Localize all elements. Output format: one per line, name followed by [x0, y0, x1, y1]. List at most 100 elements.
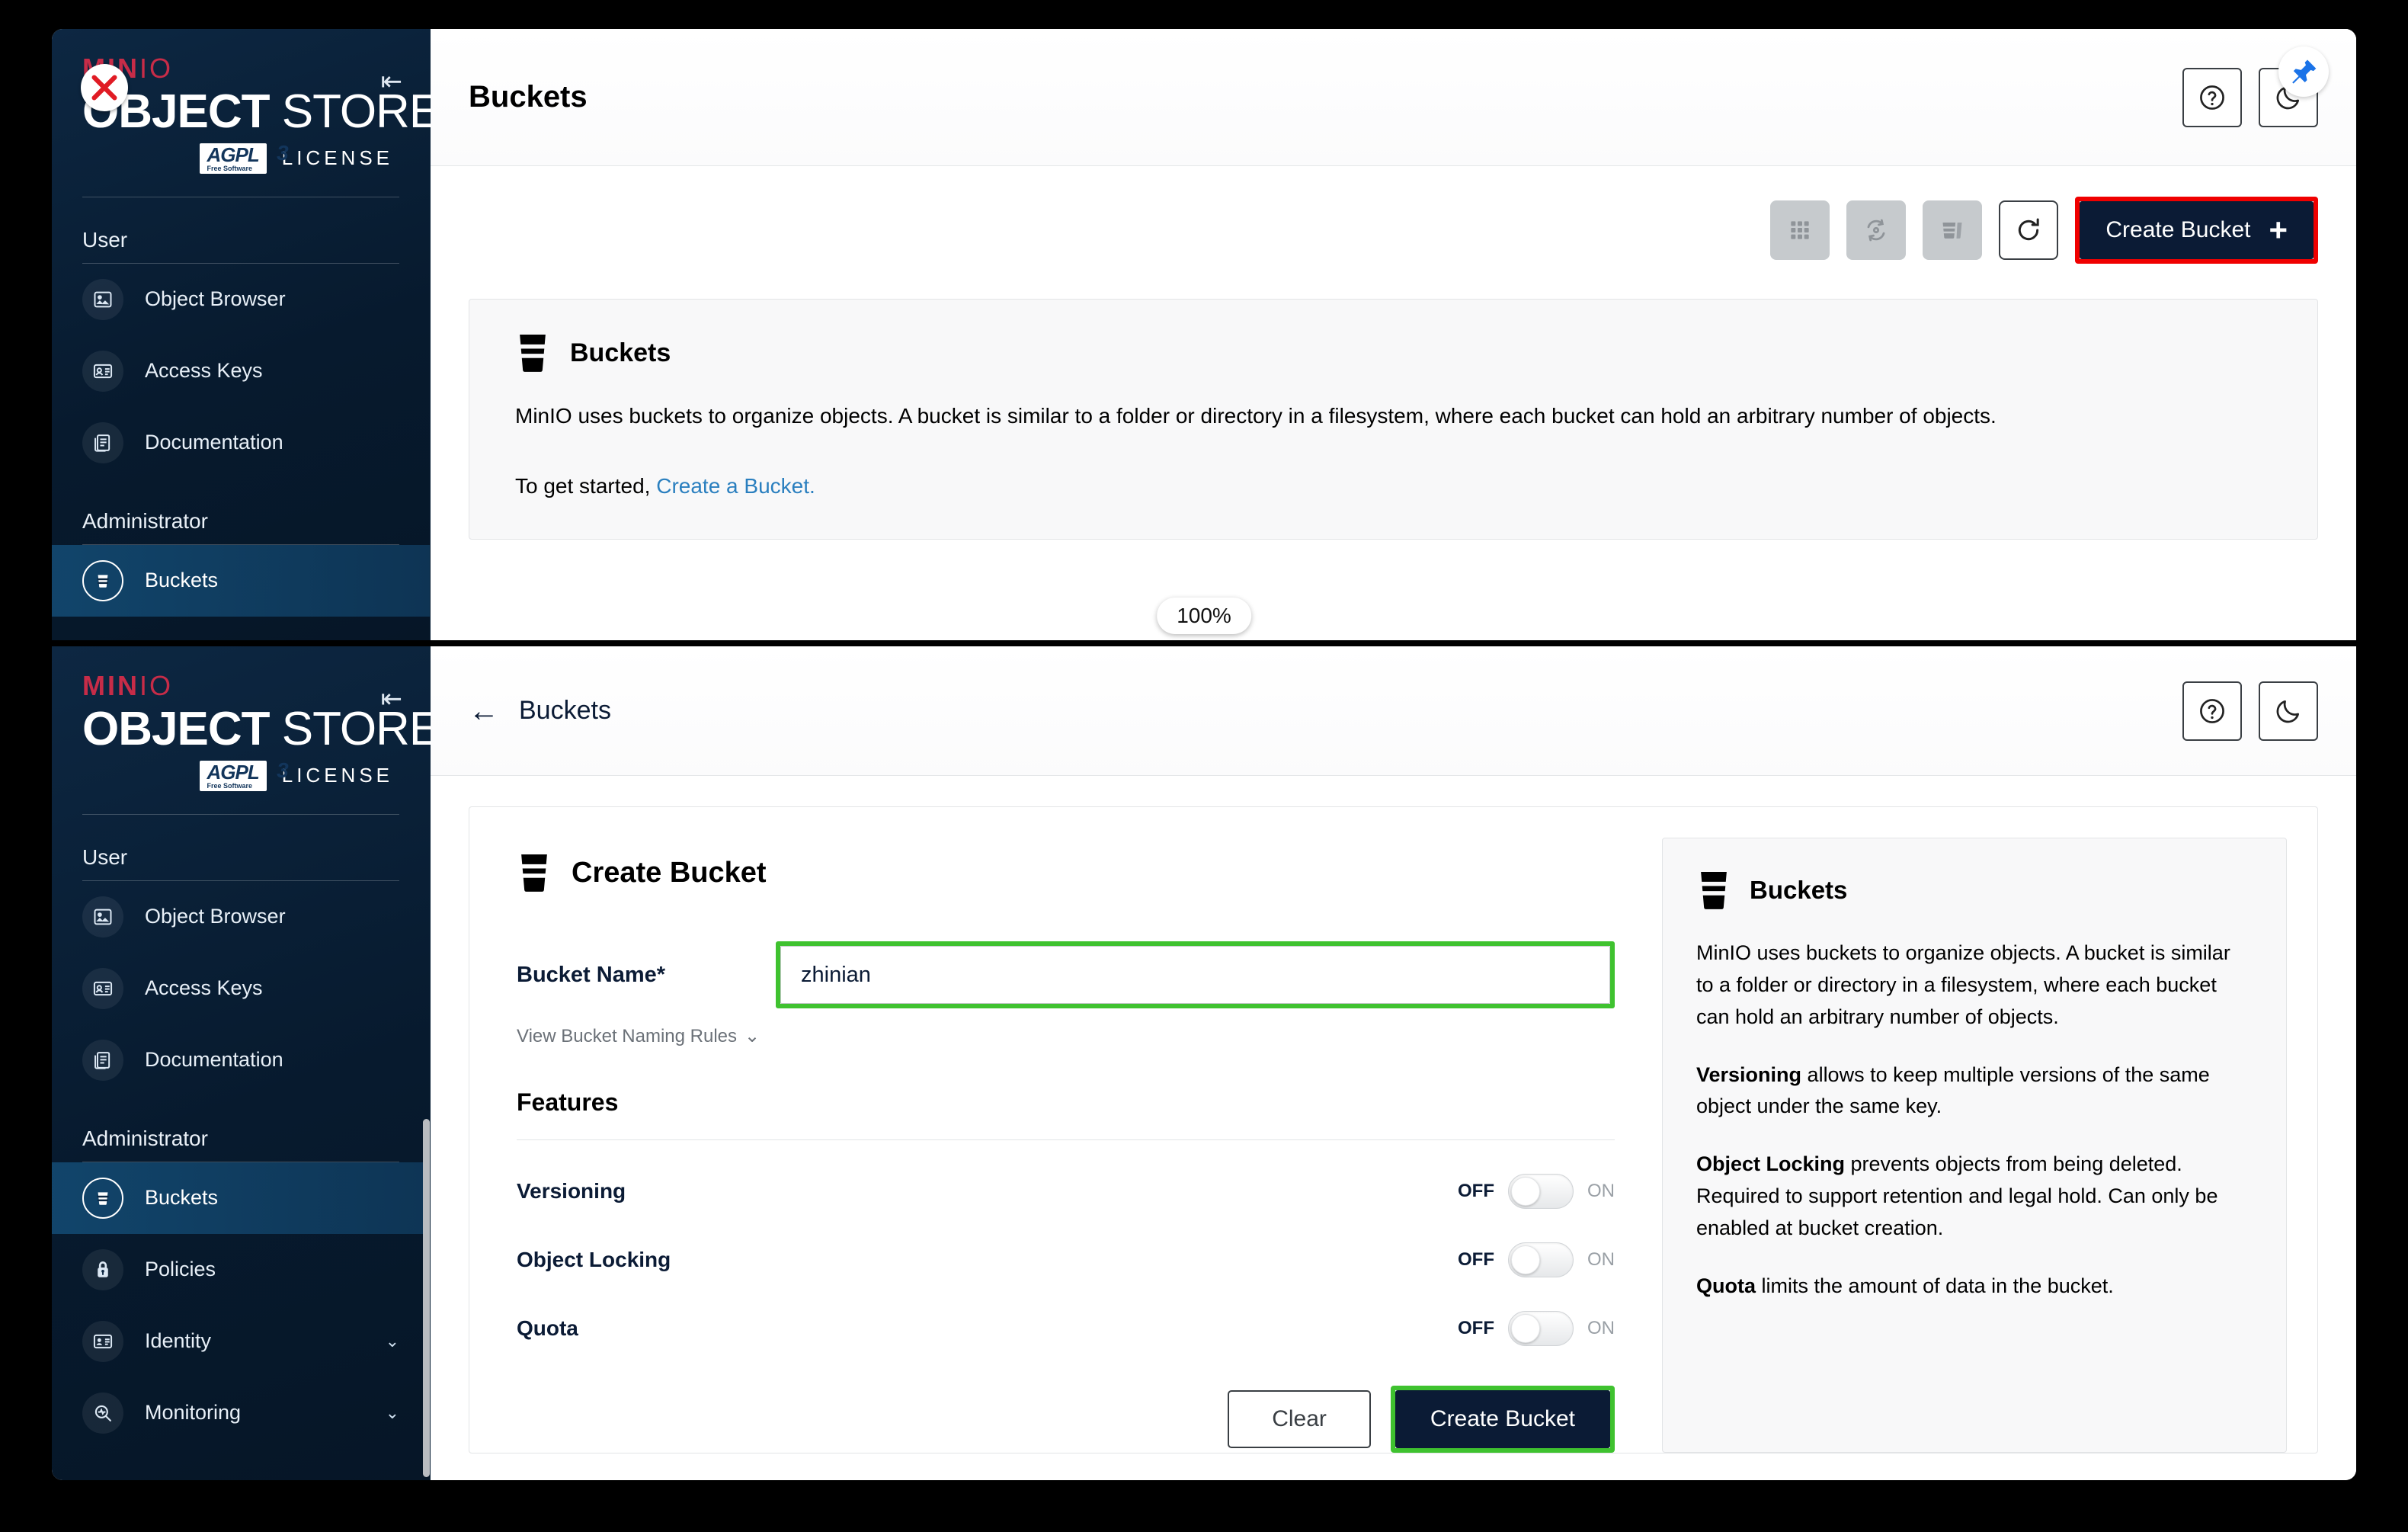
sidebar-item-policies[interactable]: Policies [52, 1234, 430, 1306]
pin-icon[interactable] [2278, 46, 2329, 97]
toggle-knob [1511, 1177, 1540, 1206]
features-heading: Features [517, 1088, 619, 1116]
sidebar-top: ⇤ MINIO OBJECT STORE AGPL3 Free Software… [52, 29, 440, 640]
naming-rules-label: View Bucket Naming Rules [517, 1025, 738, 1046]
sidebar-item-label: Monitoring [145, 1401, 242, 1425]
collapse-sidebar-icon[interactable]: ⇤ [381, 69, 403, 95]
object-browser-icon [82, 896, 123, 937]
delete-bucket-icon[interactable] [1923, 200, 1983, 260]
info-cta-prefix: To get started, [515, 474, 657, 498]
toggle-knob [1511, 1245, 1540, 1274]
sidebar-item-buckets[interactable]: Buckets [52, 544, 430, 617]
sidebar-item-object-browser[interactable]: Object Browser [52, 881, 430, 953]
create-bucket-submit-highlight: Create Bucket [1390, 1386, 1615, 1453]
sidebar-item-documentation[interactable]: Documentation [52, 1024, 430, 1096]
logo-object-store: OBJECT STORE [82, 85, 440, 138]
create-bucket-card: Create Bucket Bucket Name* View Bucket N… [469, 806, 2318, 1453]
form-title: Create Bucket [572, 856, 767, 889]
logo-minio: MINIO [82, 53, 174, 84]
collapse-sidebar-icon[interactable]: ⇤ [381, 686, 403, 712]
toggle-knob [1511, 1314, 1540, 1343]
toggle-row-versioning: Versioning OFF ON [517, 1174, 1615, 1209]
sidebar-item-label: Access Keys [145, 976, 263, 1000]
topbar-bottom: ← Buckets [431, 646, 2356, 776]
sidebar-scrollbar[interactable] [423, 1119, 430, 1477]
documentation-icon [82, 421, 123, 463]
help-bold-quota: Quota [1696, 1274, 1756, 1297]
sidebar-item-label: Object Browser [145, 905, 286, 928]
toggle-on-label: ON [1587, 1181, 1615, 1201]
browser-panel-buckets-list: ⇤ MINIO OBJECT STORE AGPL3 Free Software… [52, 29, 2356, 640]
agpl-badge: AGPL 3 Free Software [199, 142, 289, 174]
help-bold-versioning: Versioning [1696, 1062, 1802, 1086]
identity-icon [82, 1320, 123, 1362]
toggle-off-label: OFF [1458, 1318, 1494, 1338]
create-bucket-button[interactable]: Create Bucket + [2080, 201, 2314, 259]
sidebar-item-object-browser[interactable]: Object Browser [52, 264, 430, 335]
info-paragraph: MinIO uses buckets to organize objects. … [515, 404, 1997, 428]
dark-mode-button[interactable] [2259, 681, 2318, 741]
arrow-left-icon: ← [469, 694, 499, 728]
lock-icon [82, 1248, 123, 1290]
screenshot-root: ⇤ MINIO OBJECT STORE AGPL3 Free Software… [0, 0, 2408, 1532]
help-paragraph-3: Object Locking prevents objects from bei… [1696, 1149, 2253, 1245]
create-a-bucket-link[interactable]: Create a Bucket. [656, 474, 815, 498]
sidebar-item-label: Documentation [145, 1048, 283, 1072]
sidebar-item-access-keys[interactable]: Access Keys [52, 335, 430, 407]
brand-logo-bottom: ⇤ MINIO OBJECT STORE AGPL 3 Free Software… [52, 646, 440, 791]
view-bucket-naming-rules-link[interactable]: View Bucket Naming Rules ⌄ [517, 1025, 760, 1047]
help-paragraph-1: MinIO uses buckets to organize objects. … [1696, 941, 2230, 1028]
refresh-icon[interactable] [1999, 200, 2059, 260]
logo-minio: MINIO [82, 670, 174, 701]
plus-icon: + [2269, 212, 2288, 248]
sidebar-item-label: Buckets [145, 1186, 219, 1210]
sidebar-bottom: ⇤ MINIO OBJECT STORE AGPL 3 Free Software… [52, 646, 440, 1480]
logo-object-store: OBJECT STORE [82, 703, 440, 755]
help-text-quota: limits the amount of data in the bucket. [1756, 1274, 2114, 1297]
toggle-row-object-locking: Object Locking OFF ON [517, 1242, 1615, 1277]
buckets-info-box: Buckets MinIO uses buckets to organize o… [469, 299, 2318, 540]
clear-button[interactable]: Clear [1228, 1390, 1371, 1448]
bucket-name-label: Bucket Name* [517, 962, 666, 987]
license-word: LICENSE [281, 146, 393, 170]
create-bucket-submit-button[interactable]: Create Bucket [1395, 1390, 1610, 1448]
quota-toggle[interactable] [1508, 1311, 1574, 1346]
zoom-level-badge: 100% [1157, 598, 1251, 634]
breadcrumb: Buckets [519, 696, 611, 725]
page-title: Buckets [469, 80, 588, 114]
toggle-label: Object Locking [517, 1248, 671, 1271]
back-to-buckets[interactable]: ← Buckets [469, 696, 2182, 726]
chevron-down-icon[interactable]: ⌄ [386, 1403, 399, 1423]
sidebar-item-identity[interactable]: Identity ⌄ [52, 1306, 430, 1377]
object-locking-toggle[interactable] [1508, 1242, 1574, 1277]
chevron-down-icon: ⌄ [744, 1026, 761, 1046]
bucket-toolbar: Create Bucket + [431, 166, 2356, 264]
help-button[interactable] [2182, 67, 2242, 127]
agpl-badge: AGPL 3 Free Software [199, 759, 289, 791]
chevron-down-icon[interactable]: ⌄ [386, 1332, 399, 1351]
help-bold-object-locking: Object Locking [1696, 1152, 1846, 1176]
close-x-icon[interactable] [81, 64, 128, 111]
sidebar-item-documentation[interactable]: Documentation [52, 407, 430, 479]
content-top: Buckets Create Bucket + Buckets MinIO us… [431, 29, 2356, 640]
bucket-name-input[interactable] [780, 946, 1610, 1004]
bucket-icon [82, 559, 123, 601]
sidebar-item-buckets[interactable]: Buckets [52, 1162, 430, 1234]
access-keys-icon [82, 350, 123, 392]
create-bucket-highlight: Create Bucket + [2075, 197, 2318, 264]
toggle-label: Quota [517, 1316, 578, 1340]
buckets-help-box: Buckets MinIO uses buckets to organize o… [1662, 838, 2287, 1453]
sidebar-item-access-keys[interactable]: Access Keys [52, 953, 430, 1024]
sync-icon[interactable] [1846, 200, 1907, 260]
grid-view-icon[interactable] [1770, 200, 1830, 260]
sidebar-item-label: Buckets [145, 569, 219, 592]
toggle-on-label: ON [1587, 1318, 1615, 1338]
sidebar-item-monitoring[interactable]: Monitoring ⌄ [52, 1377, 430, 1449]
bucket-name-highlight [776, 941, 1615, 1008]
toggle-off-label: OFF [1458, 1249, 1494, 1270]
license-word: LICENSE [281, 764, 393, 787]
versioning-toggle[interactable] [1508, 1174, 1574, 1209]
help-button[interactable] [2182, 681, 2242, 741]
help-column: Buckets MinIO uses buckets to organize o… [1662, 807, 2317, 1453]
bucket-icon [1699, 872, 1729, 909]
